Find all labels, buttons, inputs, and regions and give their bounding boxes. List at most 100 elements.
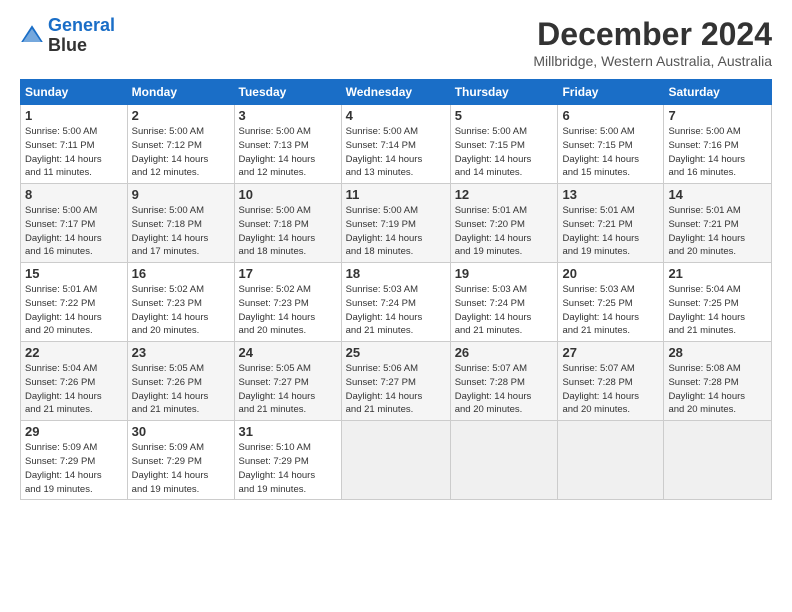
day-detail: Sunrise: 5:03 AMSunset: 7:24 PMDaylight:… (346, 283, 446, 338)
calendar-cell: 13Sunrise: 5:01 AMSunset: 7:21 PMDayligh… (558, 184, 664, 263)
calendar-cell: 18 Sunrise: 5:03 AMSunset: 7:24 PMDayligh… (341, 263, 450, 342)
calendar-cell: 29 Sunrise: 5:09 AMSunset: 7:29 PMDayligh… (21, 421, 128, 500)
calendar-cell: 26 Sunrise: 5:07 AMSunset: 7:28 PMDayligh… (450, 342, 558, 421)
calendar-cell: 6Sunrise: 5:00 AMSunset: 7:15 PMDaylight… (558, 105, 664, 184)
page-header: GeneralBlue December 2024 Millbridge, We… (20, 16, 772, 69)
calendar-cell: 24 Sunrise: 5:05 AMSunset: 7:27 PMDayligh… (234, 342, 341, 421)
calendar-cell: 27 Sunrise: 5:07 AMSunset: 7:28 PMDayligh… (558, 342, 664, 421)
header-thursday: Thursday (450, 80, 558, 105)
day-detail: Sunrise: 5:07 AMSunset: 7:28 PMDaylight:… (562, 362, 659, 417)
day-detail: Sunrise: 5:00 AMSunset: 7:19 PMDaylight:… (346, 204, 446, 259)
calendar-cell: 31 Sunrise: 5:10 AMSunset: 7:29 PMDayligh… (234, 421, 341, 500)
day-number: 13 (562, 187, 659, 202)
day-number: 19 (455, 266, 554, 281)
day-number: 3 (239, 108, 337, 123)
day-number: 9 (132, 187, 230, 202)
day-number: 30 (132, 424, 230, 439)
day-detail: Sunrise: 5:05 AMSunset: 7:27 PMDaylight:… (239, 362, 337, 417)
day-detail: Sunrise: 5:08 AMSunset: 7:28 PMDaylight:… (668, 362, 767, 417)
day-number: 20 (562, 266, 659, 281)
day-detail: Sunrise: 5:00 AMSunset: 7:12 PMDaylight:… (132, 125, 230, 180)
calendar-cell: 7 Sunrise: 5:00 AMSunset: 7:16 PMDaylight… (664, 105, 772, 184)
day-number: 26 (455, 345, 554, 360)
day-detail: Sunrise: 5:00 AMSunset: 7:17 PMDaylight:… (25, 204, 123, 259)
calendar-cell: 1Sunrise: 5:00 AMSunset: 7:11 PMDaylight… (21, 105, 128, 184)
day-number: 17 (239, 266, 337, 281)
logo: GeneralBlue (20, 16, 115, 56)
calendar-cell: 2 Sunrise: 5:00 AMSunset: 7:12 PMDaylight… (127, 105, 234, 184)
day-detail: Sunrise: 5:10 AMSunset: 7:29 PMDaylight:… (239, 441, 337, 496)
calendar-cell: 14 Sunrise: 5:01 AMSunset: 7:21 PMDayligh… (664, 184, 772, 263)
calendar-table: Sunday Monday Tuesday Wednesday Thursday… (20, 79, 772, 500)
calendar-row: 22Sunrise: 5:04 AMSunset: 7:26 PMDayligh… (21, 342, 772, 421)
calendar-cell: 19Sunrise: 5:03 AMSunset: 7:24 PMDayligh… (450, 263, 558, 342)
day-detail: Sunrise: 5:06 AMSunset: 7:27 PMDaylight:… (346, 362, 446, 417)
day-detail: Sunrise: 5:00 AMSunset: 7:11 PMDaylight:… (25, 125, 123, 180)
calendar-cell (558, 421, 664, 500)
calendar-cell: 20 Sunrise: 5:03 AMSunset: 7:25 PMDayligh… (558, 263, 664, 342)
header-saturday: Saturday (664, 80, 772, 105)
day-number: 10 (239, 187, 337, 202)
calendar-cell: 22Sunrise: 5:04 AMSunset: 7:26 PMDayligh… (21, 342, 128, 421)
day-detail: Sunrise: 5:00 AMSunset: 7:18 PMDaylight:… (239, 204, 337, 259)
calendar-cell (450, 421, 558, 500)
title-block: December 2024 Millbridge, Western Austra… (533, 16, 772, 69)
logo-text: GeneralBlue (48, 16, 115, 56)
day-number: 8 (25, 187, 123, 202)
day-number: 25 (346, 345, 446, 360)
day-number: 16 (132, 266, 230, 281)
day-number: 28 (668, 345, 767, 360)
day-detail: Sunrise: 5:00 AMSunset: 7:16 PMDaylight:… (668, 125, 767, 180)
day-number: 29 (25, 424, 123, 439)
day-detail: Sunrise: 5:03 AMSunset: 7:25 PMDaylight:… (562, 283, 659, 338)
calendar-row: 29 Sunrise: 5:09 AMSunset: 7:29 PMDayligh… (21, 421, 772, 500)
header-sunday: Sunday (21, 80, 128, 105)
day-detail: Sunrise: 5:00 AMSunset: 7:15 PMDaylight:… (455, 125, 554, 180)
calendar-cell: 28 Sunrise: 5:08 AMSunset: 7:28 PMDayligh… (664, 342, 772, 421)
calendar-cell: 5 Sunrise: 5:00 AMSunset: 7:15 PMDaylight… (450, 105, 558, 184)
day-number: 5 (455, 108, 554, 123)
calendar-cell (341, 421, 450, 500)
calendar-cell: 12Sunrise: 5:01 AMSunset: 7:20 PMDayligh… (450, 184, 558, 263)
day-number: 4 (346, 108, 446, 123)
calendar-cell: 25 Sunrise: 5:06 AMSunset: 7:27 PMDayligh… (341, 342, 450, 421)
day-number: 2 (132, 108, 230, 123)
header-tuesday: Tuesday (234, 80, 341, 105)
calendar-cell: 17Sunrise: 5:02 AMSunset: 7:23 PMDayligh… (234, 263, 341, 342)
header-monday: Monday (127, 80, 234, 105)
logo-icon (20, 24, 44, 48)
calendar-row: 15 Sunrise: 5:01 AMSunset: 7:22 PMDayligh… (21, 263, 772, 342)
day-number: 15 (25, 266, 123, 281)
calendar-cell: 3Sunrise: 5:00 AMSunset: 7:13 PMDaylight… (234, 105, 341, 184)
day-detail: Sunrise: 5:00 AMSunset: 7:15 PMDaylight:… (562, 125, 659, 180)
location-subtitle: Millbridge, Western Australia, Australia (533, 53, 772, 69)
calendar-cell: 16 Sunrise: 5:02 AMSunset: 7:23 PMDayligh… (127, 263, 234, 342)
day-number: 21 (668, 266, 767, 281)
calendar-cell: 10 Sunrise: 5:00 AMSunset: 7:18 PMDayligh… (234, 184, 341, 263)
day-detail: Sunrise: 5:04 AMSunset: 7:26 PMDaylight:… (25, 362, 123, 417)
day-detail: Sunrise: 5:01 AMSunset: 7:20 PMDaylight:… (455, 204, 554, 259)
day-detail: Sunrise: 5:01 AMSunset: 7:22 PMDaylight:… (25, 283, 123, 338)
day-number: 31 (239, 424, 337, 439)
header-friday: Friday (558, 80, 664, 105)
month-title: December 2024 (533, 16, 772, 53)
calendar-cell: 4 Sunrise: 5:00 AMSunset: 7:14 PMDaylight… (341, 105, 450, 184)
day-number: 18 (346, 266, 446, 281)
calendar-row: 8 Sunrise: 5:00 AMSunset: 7:17 PMDaylight… (21, 184, 772, 263)
day-number: 7 (668, 108, 767, 123)
calendar-cell: 15 Sunrise: 5:01 AMSunset: 7:22 PMDayligh… (21, 263, 128, 342)
calendar-header-row: Sunday Monday Tuesday Wednesday Thursday… (21, 80, 772, 105)
day-detail: Sunrise: 5:00 AMSunset: 7:14 PMDaylight:… (346, 125, 446, 180)
day-number: 24 (239, 345, 337, 360)
day-detail: Sunrise: 5:07 AMSunset: 7:28 PMDaylight:… (455, 362, 554, 417)
calendar-cell: 23Sunrise: 5:05 AMSunset: 7:26 PMDayligh… (127, 342, 234, 421)
day-detail: Sunrise: 5:01 AMSunset: 7:21 PMDaylight:… (668, 204, 767, 259)
calendar-cell: 30Sunrise: 5:09 AMSunset: 7:29 PMDayligh… (127, 421, 234, 500)
day-number: 27 (562, 345, 659, 360)
day-detail: Sunrise: 5:00 AMSunset: 7:18 PMDaylight:… (132, 204, 230, 259)
day-detail: Sunrise: 5:02 AMSunset: 7:23 PMDaylight:… (132, 283, 230, 338)
day-detail: Sunrise: 5:09 AMSunset: 7:29 PMDaylight:… (25, 441, 123, 496)
day-number: 14 (668, 187, 767, 202)
day-number: 11 (346, 187, 446, 202)
calendar-cell (664, 421, 772, 500)
